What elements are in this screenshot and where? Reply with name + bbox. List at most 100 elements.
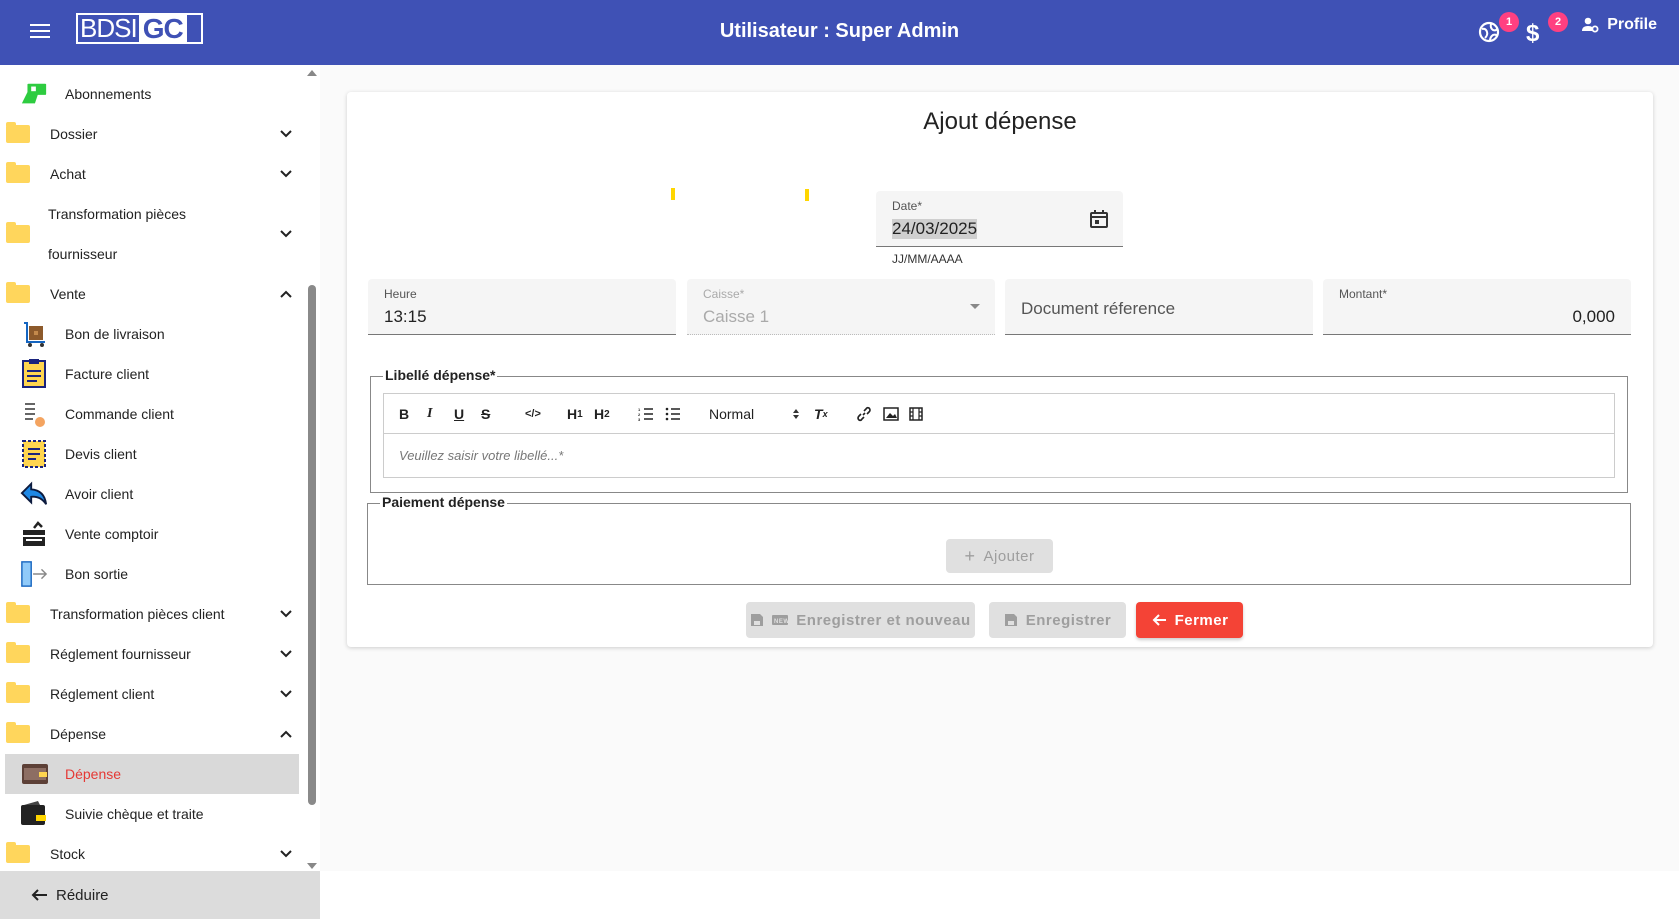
amount-field[interactable]: Montant* 0,000 [1323,279,1631,335]
header-format-select[interactable]: Normal [709,406,800,422]
sidebar-item-commande-client[interactable]: Commande client [0,394,300,434]
video-icon[interactable] [909,406,923,422]
globe-icon [1478,21,1500,43]
svg-text:NEW: NEW [774,619,788,625]
italic-icon[interactable]: I [427,406,432,422]
logo-text-right: GC [138,13,187,44]
sidebar-item-label: Dossier [50,126,98,142]
chevron-down-icon [280,690,292,698]
document-reference-placeholder: Document réference [1021,299,1176,318]
rich-text-editor[interactable]: B I U S </> H1 H2 123 Normal Tx Veuillez… [383,393,1615,478]
calendar-icon[interactable] [1089,209,1109,229]
sidebar-item-facture-client[interactable]: Facture client [0,354,300,394]
paiement-legend: Paiement dépense [380,494,507,510]
sidebar-item-label: Vente comptoir [65,526,159,542]
sidebar-item-abonnements[interactable]: Abonnements [0,74,300,114]
profile-button[interactable]: Profile [1581,16,1657,34]
header-format-value: Normal [709,406,755,422]
date-label: Date* [892,199,923,213]
libelle-placeholder: Veuillez saisir votre libellé...* [399,448,564,463]
paiement-fieldset: Paiement dépense + Ajouter [367,494,1631,585]
sidebar-item-bon-livraison[interactable]: Bon de livraison [0,314,300,354]
sidebar-item-transformation-client[interactable]: Transformation pièces client [0,594,300,634]
document-reference-field[interactable]: Document réference [1005,279,1313,335]
sidebar-item-vente-comptoir[interactable]: Vente comptoir [0,514,300,554]
folder-icon [4,840,32,868]
cash-register-icon [20,520,48,548]
save-and-new-button[interactable]: NEW Enregistrer et nouveau [746,602,975,638]
sidebar-scrollbar-thumb[interactable] [308,285,316,805]
payments-button[interactable]: $ 2 [1526,12,1568,48]
libelle-legend: Libellé dépense* [383,367,498,383]
strike-icon[interactable]: S [481,406,490,422]
caisse-value: Caisse 1 [703,307,770,326]
save-button[interactable]: Enregistrer [989,602,1126,638]
heading1-icon[interactable]: H1 [567,406,583,422]
libelle-fieldset: Libellé dépense* B I U S </> H1 H2 123 N… [370,367,1628,493]
chevron-down-icon [280,230,292,238]
quote-icon [20,440,48,468]
sidebar-item-transformation-fournisseur[interactable]: Transformation pièces fournisseur [0,194,300,274]
close-button[interactable]: Fermer [1136,602,1243,638]
ordered-list-icon[interactable]: 123 [638,406,654,422]
sidebar-item-dossier[interactable]: Dossier [0,114,300,154]
app-logo[interactable]: BDSI GC [76,13,203,44]
add-payment-button[interactable]: + Ajouter [946,539,1053,573]
date-value: 24/03/2025 [892,219,978,239]
notifications-button[interactable]: 1 [1477,12,1519,48]
folder-icon [4,280,32,308]
delivery-cart-icon [20,320,48,348]
loading-mark [805,189,809,201]
sidebar-item-avoir-client[interactable]: Avoir client [0,474,300,514]
sidebar-item-achat[interactable]: Achat [0,154,300,194]
amount-label: Montant* [1339,287,1388,301]
bullet-list-icon[interactable] [665,406,681,422]
bold-icon[interactable]: B [399,406,409,422]
clear-format-icon[interactable]: Tx [814,406,828,422]
sidebar-item-reglement-fournisseur[interactable]: Réglement fournisseur [0,634,300,674]
sidebar-item-label: Abonnements [65,86,152,102]
arrow-left-icon [31,889,47,901]
sidebar-item-devis-client[interactable]: Devis client [0,434,300,474]
heading2-icon[interactable]: H2 [594,406,610,422]
chevron-down-icon [280,650,292,658]
logo-text-left: BDSI [80,13,138,43]
sidebar-item-vente[interactable]: Vente [0,274,300,314]
plus-icon: + [964,545,976,566]
sidebar-item-label: Dépense [65,766,122,782]
page-header-title: Utilisateur : Super Admin [719,20,960,42]
form-title: Ajout dépense [923,108,1077,135]
editor-toolbar: B I U S </> H1 H2 123 Normal Tx [384,394,1614,434]
payments-badge: 2 [1548,12,1568,32]
reduce-sidebar-button[interactable]: Réduire [0,871,320,919]
sidebar-item-label: Bon de livraison [65,326,165,342]
sidebar-item-label: Facture client [65,366,150,382]
black-wallet-icon [20,800,48,828]
chevron-down-icon [280,610,292,618]
sidebar-item-reglement-client[interactable]: Réglement client [0,674,300,714]
scroll-down-arrow-icon[interactable] [307,863,317,869]
folder-icon [4,220,32,248]
svg-text:3: 3 [638,417,641,421]
image-icon[interactable] [883,406,899,422]
time-field[interactable]: Heure 13:15 [368,279,676,335]
code-icon[interactable]: </> [525,406,541,422]
sidebar-item-depense-group[interactable]: Dépense [0,714,300,754]
sidebar-item-bon-sortie[interactable]: Bon sortie [0,554,300,594]
folder-icon [4,120,32,148]
underline-icon[interactable]: U [454,406,464,422]
sidebar-item-depense[interactable]: Dépense [5,754,299,794]
sidebar-item-label: Réglement fournisseur [50,646,191,662]
caisse-select[interactable]: Caisse* Caisse 1 [687,279,995,335]
sidebar-item-suivie-cheque[interactable]: Suivie chèque et traite [0,794,300,834]
sidebar-item-label: Avoir client [65,486,134,502]
folder-icon [4,640,32,668]
menu-icon[interactable] [28,20,52,44]
scroll-up-arrow-icon[interactable] [307,70,317,76]
loading-mark [671,188,675,200]
sidebar-item-stock[interactable]: Stock [0,834,300,871]
link-icon[interactable] [856,406,872,422]
date-field[interactable]: Date* 24/03/2025 [876,191,1123,247]
exit-door-icon [20,560,48,588]
sidebar-item-label: Transformation pièces client [50,606,225,622]
